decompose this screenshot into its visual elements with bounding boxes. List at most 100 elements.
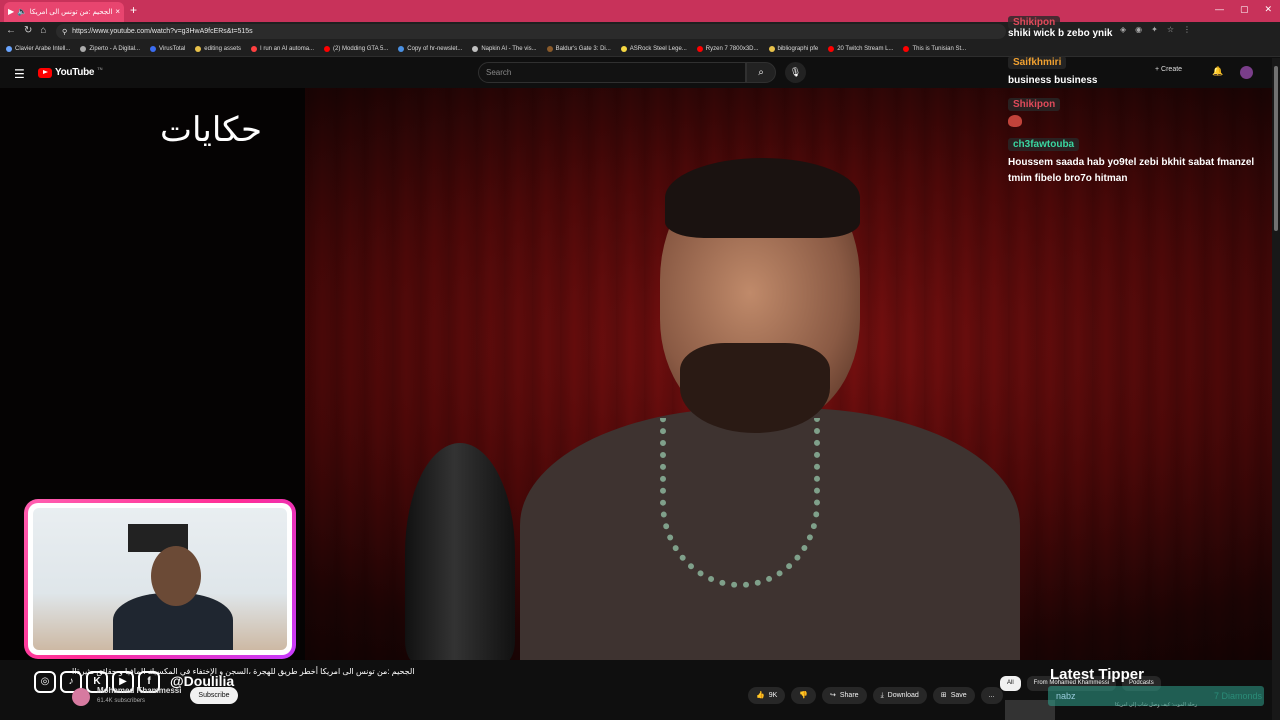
bookmark-favicon-icon: [150, 45, 157, 52]
thumbs-down-icon: 👎: [799, 692, 808, 699]
guest-figure: [520, 158, 1020, 660]
browser-tab[interactable]: ▶ 🔈 الجحيم :من تونس الى امريكا أخطر طريق…: [4, 2, 124, 22]
bookmark-label: Copy of hr-newslet...: [407, 45, 463, 52]
chat-message: ch3fawtouba Houssem saada hab yo9tel zeb…: [1008, 134, 1270, 187]
bookmark-item[interactable]: (2) Modding GTA 5...: [324, 45, 389, 52]
bookmark-label: This is Tunisian St...: [912, 45, 967, 52]
search-icon: ⌕: [758, 67, 764, 78]
microphone-icon: 🎙: [789, 67, 802, 77]
bookmark-label: (2) Modding GTA 5...: [333, 45, 389, 52]
bookmark-favicon-icon: [324, 45, 331, 52]
latest-tipper-label: Latest Tipper: [1050, 666, 1144, 683]
instagram-icon: ◎: [34, 671, 56, 693]
chat-username: Saifkhmiri: [1008, 56, 1067, 69]
bookmark-item[interactable]: bibliographi pfe: [768, 45, 818, 52]
country-code: TN: [97, 66, 103, 71]
bookmark-label: ASRock Steel Lege...: [629, 45, 687, 52]
webcam-overlay-frame: [24, 499, 296, 659]
nav-buttons: ← ↻ ⌂: [6, 25, 46, 36]
bookmark-item[interactable]: VirusTotal: [150, 45, 186, 52]
chat-message: Shikipon shiki wick b zebo ynik: [1008, 12, 1270, 42]
bookmark-favicon-icon: [768, 45, 775, 52]
bookmark-item[interactable]: I run an AI automa...: [251, 45, 315, 52]
share-icon: ↪: [830, 692, 836, 699]
page-scrollbar[interactable]: [1272, 58, 1280, 720]
bookmark-favicon-icon: [472, 45, 479, 52]
chat-username: Shikipon: [1008, 98, 1061, 111]
bookmark-favicon-icon: [828, 45, 835, 52]
bookmark-favicon-icon: [903, 45, 910, 52]
search-input[interactable]: Search: [478, 62, 746, 83]
bookmark-item[interactable]: Napkin AI - The vis...: [472, 45, 537, 52]
download-button[interactable]: ⤓ Download: [872, 687, 927, 704]
latest-tipper-amount: 7 Diamonds: [1213, 691, 1262, 701]
voice-search-button[interactable]: 🎙: [785, 62, 806, 83]
webcam-feed: [33, 508, 287, 650]
bookmark-label: Baldur's Gate 3: Di...: [555, 45, 611, 52]
search-button[interactable]: ⌕: [746, 62, 776, 83]
bookmark-label: editing assets: [204, 45, 241, 52]
bookmark-label: Ryzen 7 7800x3D...: [705, 45, 759, 52]
channel-avatar[interactable]: [72, 688, 90, 706]
speaker-icon[interactable]: 🔈: [17, 8, 27, 16]
hamburger-menu-icon[interactable]: ☰: [14, 67, 25, 81]
bookmark-favicon-icon: [6, 45, 12, 52]
back-icon[interactable]: ←: [6, 25, 16, 36]
bookmark-item[interactable]: Ryzen 7 7800x3D...: [696, 45, 759, 52]
bookmark-label: Ziperto - A Digital...: [89, 45, 141, 52]
bookmark-label: Napkin AI - The vis...: [481, 45, 537, 52]
webcam-inner-border: [28, 503, 292, 655]
reload-icon[interactable]: ↻: [24, 25, 32, 36]
url-field[interactable]: ⚲ https://www.youtube.com/watch?v=g3HwA9…: [56, 24, 1006, 39]
bookmark-label: I run an AI automa...: [260, 45, 315, 52]
bookmark-item[interactable]: ASRock Steel Lege...: [620, 45, 687, 52]
youtube-favicon-icon: ▶: [8, 7, 15, 16]
new-tab-button[interactable]: +: [130, 3, 137, 17]
chat-username: ch3fawtouba: [1008, 138, 1080, 151]
url-text: https://www.youtube.com/watch?v=g3HwA9fc…: [72, 28, 253, 35]
tab-close-button[interactable]: ×: [115, 8, 120, 16]
podcast-brand-logo: حكايات: [160, 110, 262, 150]
download-icon: ⤓: [880, 692, 884, 699]
bookmark-icon: ⊞: [940, 692, 947, 699]
dislike-button[interactable]: 👎: [791, 687, 816, 704]
channel-name[interactable]: Mohamed Khammessi: [97, 686, 181, 695]
site-info-icon[interactable]: ⚲: [62, 28, 67, 36]
video-actions: 👍 9K 👎 ↪ Share ⤓ Download ⊞ Save ...: [748, 687, 1003, 704]
bookmark-item[interactable]: This is Tunisian St...: [903, 45, 967, 52]
chip-all[interactable]: All: [1000, 676, 1021, 691]
bookmark-label: VirusTotal: [159, 45, 186, 52]
bookmark-item[interactable]: editing assets: [195, 45, 241, 52]
bookmark-favicon-icon: [620, 45, 627, 52]
bookmark-favicon-icon: [80, 45, 87, 52]
bookmark-favicon-icon: [251, 45, 257, 52]
chat-text: Houssem saada hab yo9tel zebi bkhit saba…: [1008, 157, 1255, 184]
studio-microphone: [405, 443, 515, 660]
bookmark-item[interactable]: Clavier Arabe Intell...: [6, 45, 70, 52]
bookmark-favicon-icon: [696, 45, 703, 52]
guest-hair: [665, 158, 860, 238]
bookmark-item[interactable]: Ziperto - A Digital...: [80, 45, 141, 52]
scrollbar-thumb[interactable]: [1274, 66, 1278, 231]
thumbs-up-icon: 👍: [756, 692, 765, 699]
youtube-logo[interactable]: YouTube TN: [38, 66, 103, 78]
like-button[interactable]: 👍 9K: [748, 687, 786, 704]
bookmark-item[interactable]: 20 Twitch Stream L...: [828, 45, 894, 52]
bookmark-item[interactable]: Baldur's Gate 3: Di...: [546, 45, 611, 52]
bookmark-label: 20 Twitch Stream L...: [837, 45, 894, 52]
save-button[interactable]: ⊞ Save: [932, 687, 975, 704]
subscribe-button[interactable]: Subscribe: [190, 687, 238, 704]
chat-text: business business: [1008, 75, 1098, 86]
home-icon[interactable]: ⌂: [40, 25, 46, 36]
youtube-play-icon: [38, 67, 52, 78]
chat-message: Saifkhmiri business business: [1008, 52, 1270, 89]
bookmark-favicon-icon: [398, 45, 405, 52]
tab-title: الجحيم :من تونس الى امريكا أخطر طريق لله…: [30, 9, 113, 16]
bookmark-item[interactable]: Copy of hr-newslet...: [398, 45, 463, 52]
share-button[interactable]: ↪ Share: [822, 687, 867, 704]
bookmark-favicon-icon: [546, 45, 553, 52]
emote-icon: [1008, 115, 1022, 127]
streamer-head: [151, 546, 201, 606]
subscriber-count: 61.4K subscribers: [97, 698, 146, 704]
chat-message: Shikipon: [1008, 94, 1270, 132]
